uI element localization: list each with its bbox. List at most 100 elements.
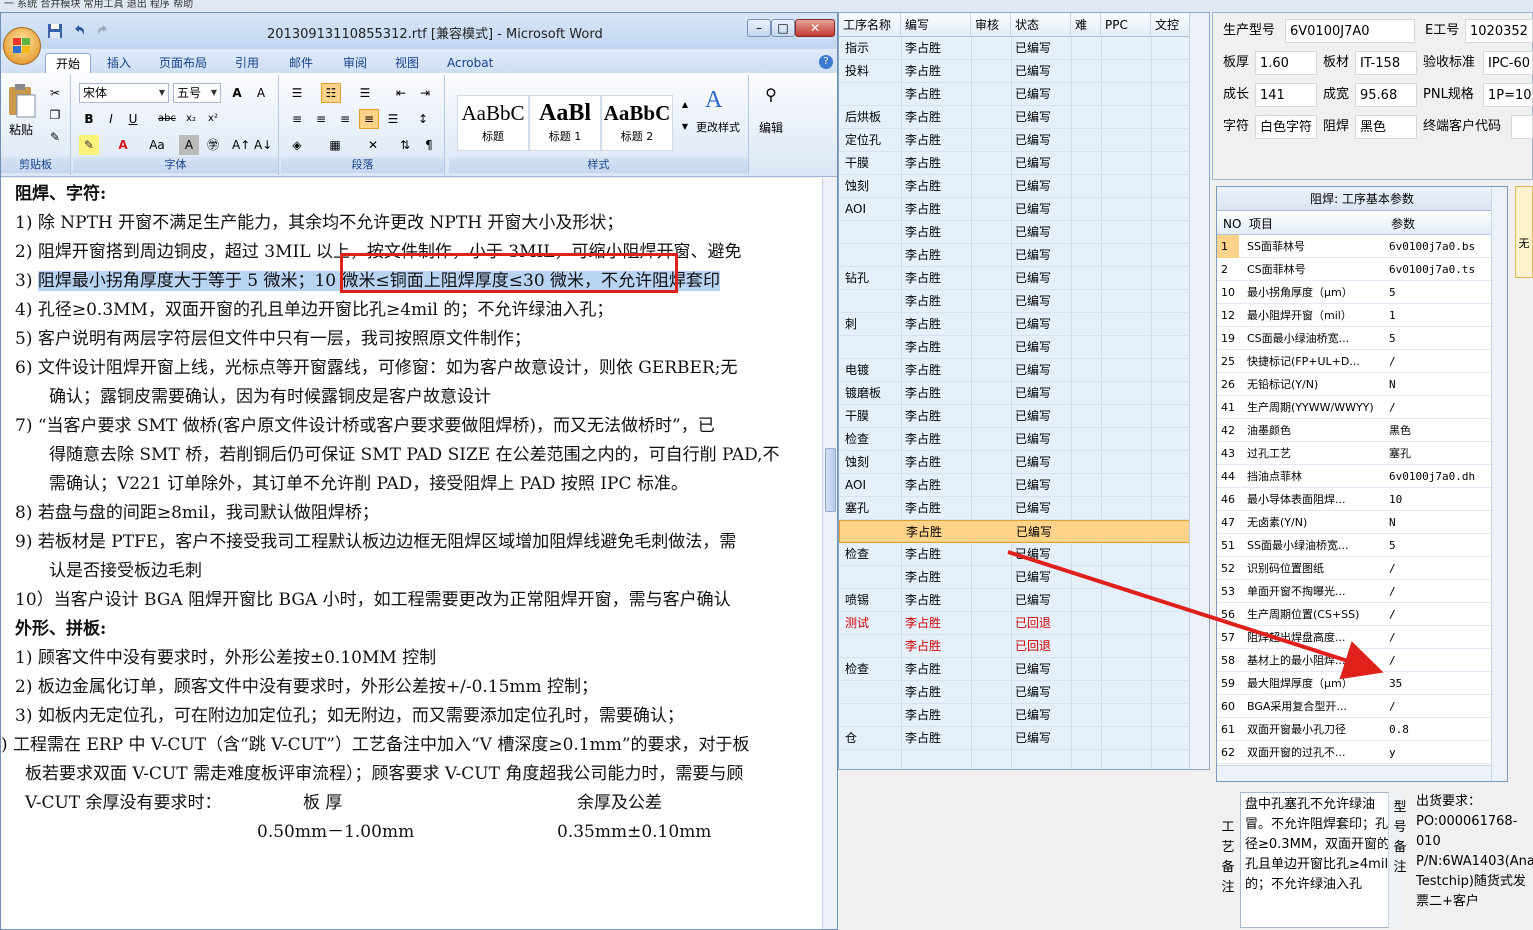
shipping-requirements-text[interactable]: 出货要求：PO:000061768-010 P/N:6WA1403(Analog… [1416, 792, 1533, 928]
process-row[interactable]: 蚀刻 李占胜 已编写 [839, 175, 1191, 198]
param-row[interactable]: 51 SS面最小绿油桥宽... 5 [1217, 534, 1491, 557]
align-center-icon[interactable]: ≡ [311, 109, 331, 129]
eng-no-field[interactable]: 1020352 [1465, 19, 1533, 43]
change-styles-label[interactable]: 更改样式 [693, 119, 743, 135]
grow-font-icon[interactable]: A↑ [231, 135, 251, 155]
process-row[interactable]: 李占胜 已编写 [839, 704, 1191, 727]
char-shading-icon[interactable]: A [179, 135, 199, 155]
param-row[interactable]: 2 CS面菲林号 6v0100j7a0.ts [1217, 258, 1491, 281]
process-row[interactable]: AOI 李占胜 已编写 [839, 474, 1191, 497]
param-row[interactable]: 1 SS面菲林号 6v0100j7a0.bs [1217, 235, 1491, 258]
paste-label[interactable]: 粘贴 [9, 121, 33, 138]
param-row[interactable]: 41 生产周期(YYWW/WWYY) / [1217, 396, 1491, 419]
process-row[interactable]: 李占胜 已编写 [839, 566, 1191, 589]
col-header-writer[interactable]: 编写 [901, 13, 971, 37]
borders-icon[interactable]: ▦ [325, 135, 345, 155]
process-row[interactable]: 钻孔 李占胜 已编写 [839, 267, 1191, 290]
office-button[interactable] [3, 27, 41, 65]
process-row[interactable]: 塞孔 李占胜 已编写 [839, 497, 1191, 520]
customer-code-field[interactable] [1511, 115, 1533, 139]
param-row[interactable]: 56 生产周期位置(CS+SS) / [1217, 603, 1491, 626]
style-heading-2[interactable]: AaBbC 标题 2 [601, 95, 673, 151]
shrink-font-icon[interactable]: A↓ [253, 135, 273, 155]
underline-icon[interactable]: U [123, 109, 143, 129]
superscript-icon[interactable]: x² [203, 109, 223, 129]
thickness-field[interactable]: 1.60 [1255, 51, 1317, 75]
sort-icon[interactable]: ⇅ [395, 135, 415, 155]
document-scrollbar[interactable] [822, 178, 837, 929]
params-col-item[interactable]: 项目 [1249, 213, 1273, 235]
chinese-layout-icon[interactable]: ✕ [363, 135, 383, 155]
process-row[interactable]: 李占胜 已编写 [839, 244, 1191, 267]
font-color-icon[interactable]: A [113, 135, 133, 155]
process-row[interactable]: 李占胜 已回退 [839, 635, 1191, 658]
save-icon[interactable] [47, 23, 63, 39]
undo-icon[interactable] [71, 23, 87, 39]
tab-mailings[interactable]: 邮件 [279, 53, 323, 73]
tab-references[interactable]: 引用 [225, 53, 269, 73]
multilevel-list-icon[interactable]: ☰ [355, 83, 375, 103]
param-row[interactable]: 10 最小拐角厚度（μm） 5 [1217, 281, 1491, 304]
param-row[interactable]: 53 单面开窗不掏曝光... / [1217, 580, 1491, 603]
param-row[interactable]: 60 BGA采用复合型开... / [1217, 695, 1491, 718]
change-case-icon[interactable]: Aa [147, 135, 167, 155]
show-marks-icon[interactable]: ¶ [419, 135, 439, 155]
style-normal[interactable]: AaBbC 标题 [457, 95, 529, 151]
justify-icon[interactable]: ≡ [359, 109, 379, 129]
param-row[interactable]: 44 挡油点菲林 6v0100j7a0.dh [1217, 465, 1491, 488]
params-vertical-scrollbar[interactable] [1491, 187, 1507, 781]
process-row[interactable]: 李占胜 已编写 [839, 290, 1191, 313]
param-row[interactable]: 58 基材上的最小阻焊... / [1217, 649, 1491, 672]
numbering-icon[interactable]: ☷ [321, 83, 341, 103]
process-row[interactable]: 指示 李占胜 已编写 [839, 37, 1191, 60]
length-field[interactable]: 141 [1255, 83, 1317, 107]
process-row[interactable]: 刺 李占胜 已编写 [839, 313, 1191, 336]
param-row[interactable]: 43 过孔工艺 塞孔 [1217, 442, 1491, 465]
params-col-param[interactable]: 参数 [1391, 213, 1415, 235]
maximize-button[interactable]: □ [771, 19, 795, 37]
line-spacing-icon[interactable]: ↕ [413, 109, 433, 129]
col-header-name[interactable]: 工序名称 [839, 13, 901, 37]
copy-icon[interactable]: ❐ [45, 105, 65, 125]
param-row[interactable]: 61 双面开窗最小孔刀径 0.8 [1217, 718, 1491, 741]
standard-field[interactable]: IPC-60 [1483, 51, 1533, 75]
bold-icon[interactable]: B [79, 109, 99, 129]
param-row[interactable]: 47 无卤素(Y/N) N [1217, 511, 1491, 534]
process-row[interactable]: 喷锡 李占胜 已编写 [839, 589, 1191, 612]
process-row[interactable]: 后烘板 李占胜 已编写 [839, 106, 1191, 129]
char-field[interactable]: 白色字符 [1255, 115, 1317, 139]
param-row[interactable]: 57 阻焊超出焊盘高度... / [1217, 626, 1491, 649]
highlight-icon[interactable]: ✎ [79, 135, 99, 155]
process-row[interactable]: 李占胜 已编写 [839, 336, 1191, 359]
col-header-doc-control[interactable]: 文控 [1151, 13, 1191, 37]
styles-scroll-up-icon[interactable]: ▲ [675, 95, 695, 115]
increase-indent-icon[interactable]: ⇥ [415, 83, 435, 103]
strikethrough-icon[interactable]: abc [157, 109, 177, 129]
col-header-ppc[interactable]: PPC [1101, 13, 1151, 37]
process-row[interactable]: 李占胜 已编写 [839, 520, 1191, 543]
shading-icon[interactable]: ◈ [287, 135, 307, 155]
process-row[interactable]: 李占胜 已编写 [839, 681, 1191, 704]
bullets-icon[interactable]: ☰ [287, 83, 307, 103]
subscript-icon[interactable]: x₂ [181, 109, 201, 129]
param-row[interactable]: 62 双面开窗的过孔不... y [1217, 741, 1491, 764]
minimize-button[interactable]: – [747, 19, 771, 37]
process-row[interactable]: AOI 李占胜 已编写 [839, 198, 1191, 221]
process-row[interactable]: 李占胜 已编写 [839, 221, 1191, 244]
tab-view[interactable]: 视图 [385, 53, 429, 73]
process-row[interactable]: 仓 李占胜 已编写 [839, 727, 1191, 750]
param-row[interactable]: 59 最大阻焊厚度（μm） 35 [1217, 672, 1491, 695]
param-row[interactable]: 46 最小导体表面阻焊... 10 [1217, 488, 1491, 511]
editing-label[interactable]: 编辑 [759, 119, 783, 136]
tab-acrobat[interactable]: Acrobat [437, 53, 503, 73]
process-row[interactable]: 电镀 李占胜 已编写 [839, 359, 1191, 382]
width-field[interactable]: 95.68 [1355, 83, 1417, 107]
change-styles-icon[interactable]: A [701, 83, 731, 113]
param-row[interactable]: 26 无铅标记(Y/N) N [1217, 373, 1491, 396]
process-row[interactable]: 干膜 李占胜 已编写 [839, 405, 1191, 428]
col-header-review[interactable]: 审核 [971, 13, 1011, 37]
model-field[interactable]: 6V0100J7A0 [1285, 19, 1415, 43]
process-row[interactable]: 李占胜 已编写 [839, 83, 1191, 106]
process-row[interactable]: 检查 李占胜 已编写 [839, 428, 1191, 451]
tab-insert[interactable]: 插入 [97, 53, 141, 73]
